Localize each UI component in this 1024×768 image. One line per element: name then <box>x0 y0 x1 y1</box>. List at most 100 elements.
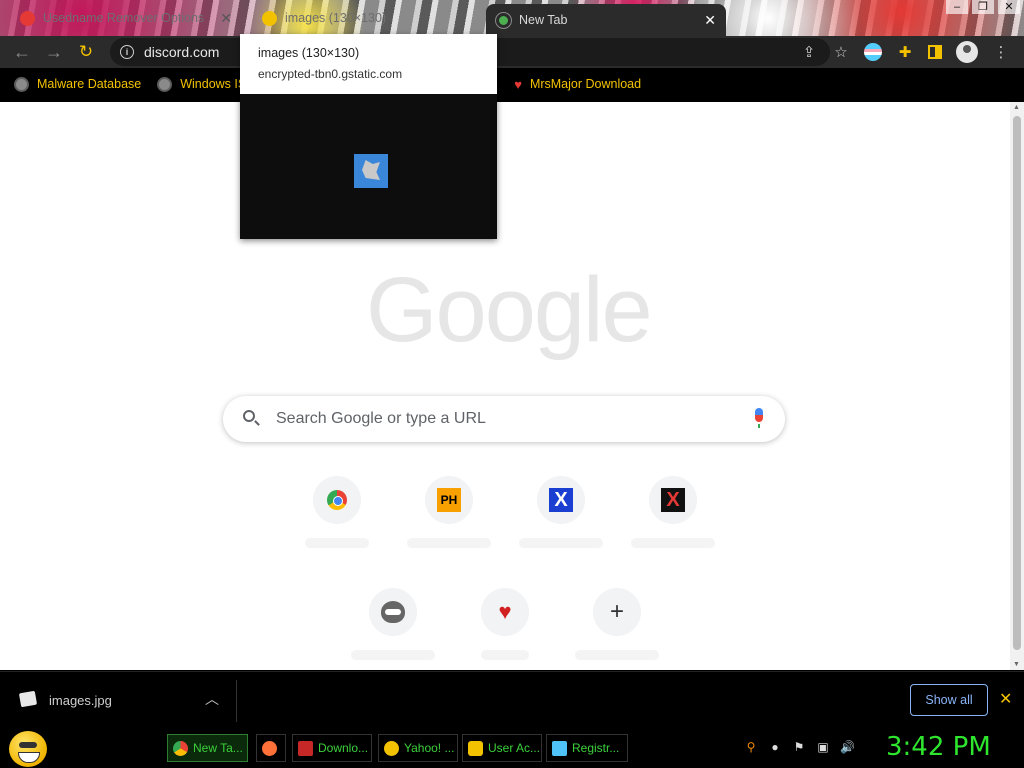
yahoo-smiley-icon <box>384 740 399 756</box>
scroll-down-icon[interactable]: ▼ <box>1013 661 1020 668</box>
shortcut-tile[interactable]: X <box>505 476 617 548</box>
shortcut-label-blurred <box>519 538 603 548</box>
info-icon[interactable]: i <box>120 45 134 59</box>
shortcut-tile[interactable] <box>337 588 449 660</box>
x-red-icon: X <box>661 488 685 512</box>
shortcut-circle: + <box>593 588 641 636</box>
new-tab-page: Google Search Google or type a URL PH X … <box>0 102 1010 670</box>
bookmark-label: Malware Database <box>37 77 142 91</box>
heart-icon: ♥ <box>514 76 522 92</box>
scroll-up-icon[interactable]: ▲ <box>1013 104 1020 111</box>
page-scrollbar[interactable]: ▲ ▼ <box>1010 102 1024 670</box>
tab-favicon <box>262 10 277 26</box>
divider <box>236 680 237 722</box>
shortcut-tile[interactable]: ♥ <box>449 588 561 660</box>
google-logo: Google <box>366 259 653 361</box>
flag-icon[interactable]: ⚑ <box>792 740 806 754</box>
taskbar-item-registry[interactable]: Registr... <box>546 734 628 762</box>
tab-hover-card: images (130×130) encrypted-tbn0.gstatic.… <box>240 34 497 239</box>
chevron-up-icon[interactable]: ︿ <box>205 689 219 709</box>
taskbar-item-new-tab[interactable]: New Ta... <box>167 734 248 762</box>
add-shortcut-tile[interactable]: + <box>561 588 673 660</box>
toolbar-icons: ⇪ ☆ ✚ ⋮ <box>800 36 1010 68</box>
file-icon <box>18 690 38 708</box>
taskbar-item-firefox[interactable] <box>256 734 286 762</box>
shortcut-tile[interactable]: X <box>617 476 729 548</box>
taskbar-label: Yahoo! ... <box>404 741 455 755</box>
tab-title: Usedname Remover Options <box>43 11 205 25</box>
close-icon[interactable]: ✕ <box>220 10 232 27</box>
share-icon[interactable]: ⇪ <box>800 43 818 61</box>
status-circle-icon[interactable]: ● <box>768 740 782 754</box>
search-icon[interactable]: ⚲ <box>744 740 758 754</box>
reload-icon[interactable]: ↻ <box>70 36 102 68</box>
forward-arrow-icon[interactable]: → <box>38 36 70 68</box>
bookmark-malware-database[interactable]: Malware Database <box>14 76 142 92</box>
download-shelf: images.jpg ︿ Show all ✕ <box>0 671 1024 729</box>
bookmark-mrsmajor-download[interactable]: ♥ MrsMajor Download <box>514 77 641 92</box>
side-panel-icon[interactable] <box>928 45 942 59</box>
star-icon[interactable]: ☆ <box>832 43 850 61</box>
search-placeholder[interactable]: Search Google or type a URL <box>276 410 486 428</box>
scrollbar-thumb[interactable] <box>1013 116 1021 650</box>
back-arrow-icon[interactable]: ← <box>6 36 38 68</box>
menu-icon[interactable]: ⋮ <box>992 43 1010 61</box>
taskbar-item-downloads[interactable]: Downlo... <box>292 734 372 762</box>
chrome-icon <box>173 740 188 756</box>
tab-title: New Tab <box>519 13 568 27</box>
microphone-icon[interactable] <box>755 408 763 428</box>
shortcut-circle: X <box>649 476 697 524</box>
shortcut-label-blurred <box>351 650 435 660</box>
chrome-icon <box>327 490 347 510</box>
shortcut-circle <box>313 476 361 524</box>
shortcut-label-blurred <box>631 538 715 548</box>
browser-toolbar: ← → ↻ i discord.com ⇪ ☆ ✚ ⋮ <box>0 36 1024 68</box>
hover-card-title: images (130×130) <box>258 46 360 60</box>
close-window-icon[interactable]: ✕ <box>998 0 1020 14</box>
network-icon[interactable]: ▣ <box>816 740 830 754</box>
shortcut-circle <box>369 588 417 636</box>
preview-thumbnail-image <box>354 154 388 188</box>
heart-icon: ♥ <box>498 599 512 624</box>
shortcut-tile[interactable] <box>281 476 393 548</box>
taskbar-label: User Ac... <box>488 741 541 755</box>
firefox-icon <box>262 740 277 756</box>
user-accounts-icon <box>468 740 483 756</box>
url-text[interactable]: discord.com <box>144 44 219 60</box>
tab-images[interactable]: images (130×130) <box>252 0 478 36</box>
shortcut-circle: X <box>537 476 585 524</box>
restore-icon[interactable]: ❐ <box>972 0 994 14</box>
system-clock[interactable]: 3:42 PM <box>886 732 991 762</box>
taskbar-label: Registr... <box>572 741 620 755</box>
shortcut-circle: PH <box>425 476 473 524</box>
shortcut-label-blurred <box>481 650 529 660</box>
download-filename[interactable]: images.jpg <box>49 693 112 708</box>
ph-icon: PH <box>437 488 461 512</box>
minimize-icon[interactable]: – <box>946 0 968 14</box>
tab-new-tab[interactable]: New Tab ✕ <box>486 4 726 36</box>
taskbar: New Ta... Downlo... Yahoo! ... User Ac..… <box>0 729 1024 768</box>
shortcut-tile[interactable]: PH <box>393 476 505 548</box>
tab-strip: Usedname Remover Options ✕ images (130×1… <box>0 0 1024 36</box>
flag-extension-icon[interactable] <box>864 43 882 61</box>
search-box[interactable]: Search Google or type a URL <box>223 396 785 442</box>
registry-icon <box>552 740 567 756</box>
start-smiley-icon[interactable] <box>9 731 47 767</box>
show-all-button[interactable]: Show all <box>910 684 988 716</box>
bookmarks-bar: Malware Database Windows IS ♥ MrsMajor D… <box>0 68 1024 100</box>
tab-title: images (130×130) <box>285 11 387 25</box>
tab-usedname-remover[interactable]: Usedname Remover Options ✕ <box>10 0 242 36</box>
puzzle-icon[interactable]: ✚ <box>896 43 914 61</box>
screen: Usedname Remover Options ✕ images (130×1… <box>0 0 1024 768</box>
taskbar-item-user-accounts[interactable]: User Ac... <box>462 734 542 762</box>
close-icon[interactable]: ✕ <box>704 12 716 29</box>
volume-icon[interactable]: 🔊 <box>840 740 855 754</box>
taskbar-item-yahoo[interactable]: Yahoo! ... <box>378 734 458 762</box>
hover-card-domain: encrypted-tbn0.gstatic.com <box>258 67 403 81</box>
bookmark-windows-is[interactable]: Windows IS <box>157 76 246 92</box>
profile-icon[interactable] <box>956 41 978 63</box>
taskbar-label: Downlo... <box>318 741 369 755</box>
x-blue-icon: X <box>549 488 573 512</box>
system-tray: ⚲ ● ⚑ ▣ 🔊 <box>744 740 855 754</box>
close-icon[interactable]: ✕ <box>999 689 1012 709</box>
